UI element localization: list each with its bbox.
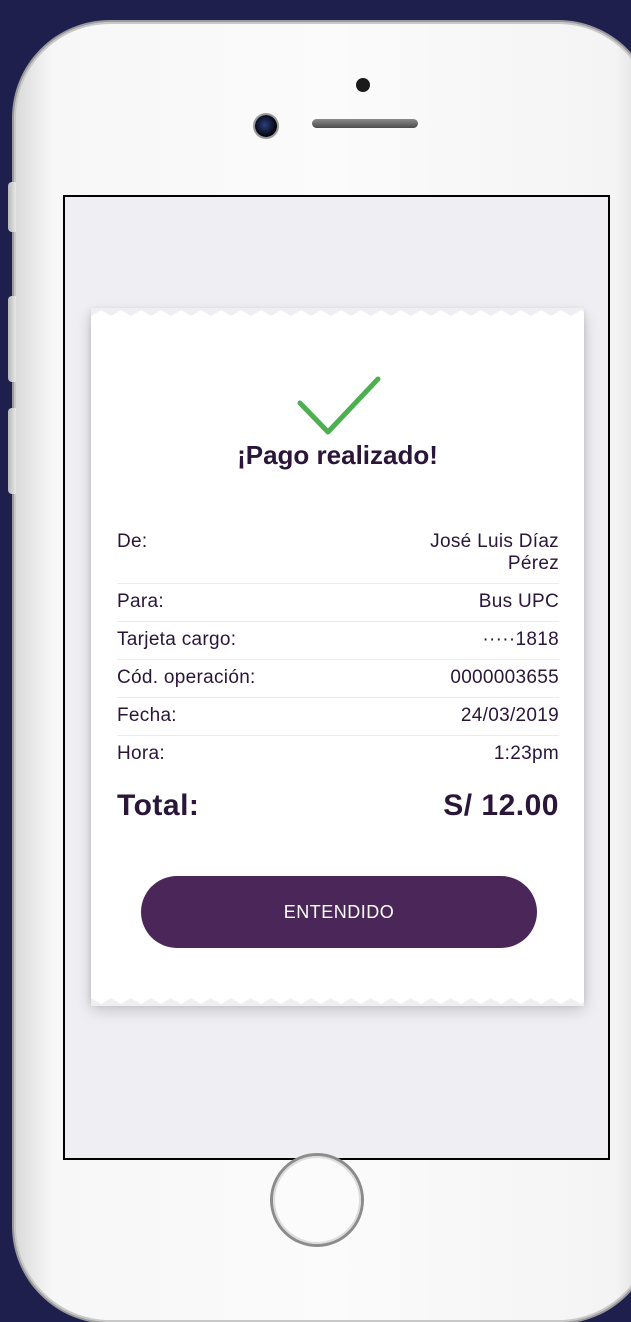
payment-success-title: ¡Pago realizado! <box>237 440 438 470</box>
row-label: Para: <box>117 591 164 612</box>
row-operation-code: Cód. operación: 0000003655 <box>117 660 559 698</box>
row-from: De: José Luis Díaz Pérez <box>117 524 559 584</box>
row-label: Hora: <box>117 743 165 764</box>
checkmark-icon <box>297 376 381 435</box>
home-button[interactable] <box>273 1156 361 1244</box>
row-value: ·····1818 <box>482 629 559 650</box>
row-label: Fecha: <box>117 705 177 726</box>
row-value: José Luis Díaz Pérez <box>430 531 559 574</box>
row-date: Fecha: 24/03/2019 <box>117 698 559 736</box>
total-label: Total: <box>117 789 200 822</box>
volume-up-button <box>8 296 16 382</box>
row-label: De: <box>117 531 148 552</box>
earpiece-speaker <box>312 119 418 128</box>
receipt-details: De: José Luis Díaz Pérez Para: Bus UPC T… <box>117 524 559 773</box>
proximity-sensor <box>356 78 370 92</box>
row-value: 0000003655 <box>450 667 559 688</box>
row-to: Para: Bus UPC <box>117 584 559 622</box>
volume-down-button <box>8 408 16 494</box>
row-card: Tarjeta cargo: ·····1818 <box>117 622 559 660</box>
total-amount: S/ 12.00 <box>443 789 559 822</box>
row-value: 1:23pm <box>493 743 559 764</box>
receipt-bottom-edge <box>91 998 584 1006</box>
phone-frame: ¡Pago realizado! De: José Luis Díaz Pére… <box>8 22 631 1322</box>
row-value: 24/03/2019 <box>460 705 559 726</box>
row-label: Tarjeta cargo: <box>117 629 237 650</box>
front-camera-icon <box>255 115 277 137</box>
payment-receipt: ¡Pago realizado! De: José Luis Díaz Pére… <box>91 308 584 1006</box>
receipt-top-edge <box>91 308 584 316</box>
row-label: Cód. operación: <box>117 667 256 688</box>
row-value: Bus UPC <box>478 591 559 612</box>
row-time: Hora: 1:23pm <box>117 736 559 773</box>
mute-switch <box>8 182 16 232</box>
total-row: Total: S/ 12.00 <box>117 789 559 823</box>
screen: ¡Pago realizado! De: José Luis Díaz Pére… <box>63 195 610 1160</box>
understood-button[interactable]: ENTENDIDO <box>141 876 537 948</box>
